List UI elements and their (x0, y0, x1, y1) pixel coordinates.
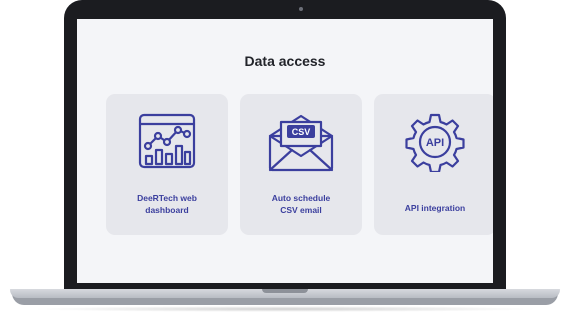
page-title: Data access (244, 53, 326, 69)
svg-text:API: API (426, 137, 444, 149)
card-api-integration[interactable]: API API integration (374, 94, 493, 235)
api-gear-icon: API (405, 113, 465, 172)
svg-text:CSV: CSV (292, 127, 311, 137)
dashboard-chart-icon (138, 113, 196, 169)
webcam-dot (299, 7, 303, 11)
floor-shadow (30, 306, 540, 312)
laptop-screen: Data access DeeRTech web dashboard CSV A… (77, 19, 493, 283)
card-label: DeeRTech web dashboard (137, 193, 197, 215)
card-label: API integration (404, 203, 466, 213)
card-csv-email[interactable]: CSV Auto schedule CSV email (240, 94, 362, 235)
card-label: Auto schedule CSV email (271, 193, 331, 215)
laptop-hinge-notch (262, 289, 308, 293)
card-web-dashboard[interactable]: DeeRTech web dashboard (106, 94, 228, 235)
csv-envelope-icon: CSV (268, 114, 334, 172)
